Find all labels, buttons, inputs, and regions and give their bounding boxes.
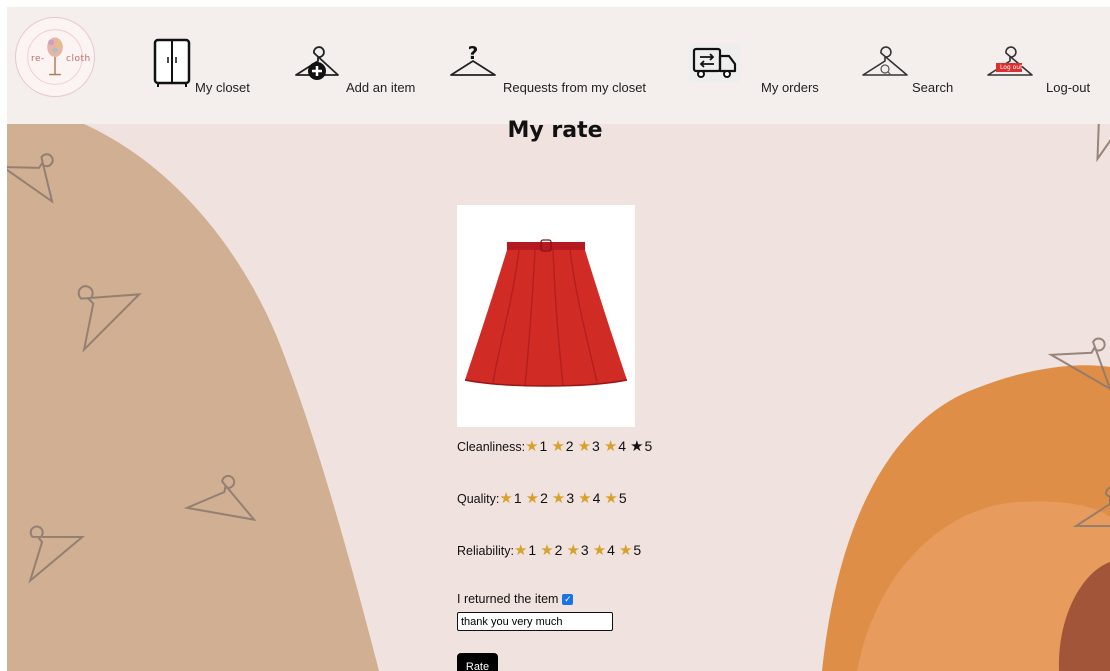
star-number: 4 bbox=[592, 490, 601, 506]
hanger-logout-icon bbox=[987, 46, 1033, 76]
star-2[interactable]: ★ 2 bbox=[540, 541, 562, 559]
star-number: 4 bbox=[607, 542, 615, 558]
star-number: 4 bbox=[618, 438, 627, 454]
star-5[interactable]: ★ 5 bbox=[630, 437, 652, 455]
star-5[interactable]: ★ 5 bbox=[619, 541, 641, 559]
star-2[interactable]: ★ 2 bbox=[526, 489, 548, 507]
brand-logo[interactable]: re- cloth bbox=[15, 17, 95, 97]
hanger-search-icon bbox=[862, 46, 908, 76]
nav-my-closet[interactable]: My closet bbox=[152, 7, 262, 124]
star-1[interactable]: ★ 1 bbox=[525, 437, 547, 455]
star-number: 1 bbox=[513, 490, 522, 506]
delivery-truck-icon bbox=[689, 43, 741, 83]
nav-my-orders[interactable]: My orders bbox=[689, 7, 824, 124]
nav-logout[interactable]: Log out Log-out bbox=[982, 7, 1092, 124]
star-number: 2 bbox=[554, 542, 563, 558]
star-1[interactable]: ★ 1 bbox=[514, 541, 536, 559]
hanger-add-icon bbox=[295, 46, 339, 80]
rating-row-quality: Quality: ★ 1 ★ 2 ★ 3 ★ 4 ★ 5 bbox=[457, 489, 631, 507]
nav-label: My orders bbox=[761, 80, 819, 95]
returned-label: I returned the item bbox=[457, 592, 559, 606]
rating-label: Reliability: bbox=[457, 544, 514, 558]
star-number: 5 bbox=[618, 490, 627, 506]
star-number: 3 bbox=[566, 490, 575, 506]
nav-search[interactable]: Search bbox=[857, 7, 957, 124]
star-4[interactable]: ★ 4 bbox=[593, 541, 615, 559]
skirt-image bbox=[464, 239, 628, 387]
comment-input[interactable] bbox=[457, 612, 613, 631]
nav-label: Log-out bbox=[1046, 80, 1091, 95]
star-number: 1 bbox=[539, 438, 548, 454]
star-1[interactable]: ★ 1 bbox=[499, 489, 521, 507]
nav-label: My closet bbox=[195, 80, 250, 95]
page-title: My rate bbox=[507, 118, 603, 143]
star-5[interactable]: ★ 5 bbox=[604, 489, 626, 507]
star-number: 1 bbox=[528, 542, 537, 558]
logout-badge: Log out bbox=[1000, 64, 1023, 71]
nav-label: Requests from my closet bbox=[503, 80, 647, 95]
star-number: 3 bbox=[580, 542, 589, 558]
rate-button[interactable]: Rate bbox=[457, 653, 498, 671]
star-icon: ★ bbox=[513, 542, 528, 559]
logo-text-left: re- bbox=[31, 54, 45, 64]
star-icon: ★ bbox=[592, 542, 607, 559]
rating-label: Quality: bbox=[457, 492, 500, 506]
rating-label: Cleanliness: bbox=[457, 440, 526, 454]
star-icon: ★ bbox=[604, 490, 618, 507]
star-number: 2 bbox=[565, 438, 574, 454]
star-icon: ★ bbox=[551, 490, 566, 507]
star-3[interactable]: ★ 3 bbox=[578, 437, 600, 455]
star-number: 3 bbox=[592, 438, 600, 454]
star-2[interactable]: ★ 2 bbox=[551, 437, 573, 455]
logo-text-right: cloth bbox=[66, 54, 91, 64]
star-4[interactable]: ★ 4 bbox=[604, 437, 626, 455]
left-blob bbox=[7, 102, 379, 671]
star-icon: ★ bbox=[603, 438, 618, 455]
nav-label: Search bbox=[912, 80, 954, 95]
star-icon: ★ bbox=[551, 438, 565, 455]
hanger-question-icon: ? bbox=[450, 43, 496, 76]
top-navbar: re- cloth My closet Add an item ? Reques… bbox=[7, 7, 1110, 124]
nav-label: Add an item bbox=[346, 80, 416, 95]
product-image bbox=[457, 205, 635, 427]
star-4[interactable]: ★ 4 bbox=[578, 489, 600, 507]
svg-text:?: ? bbox=[468, 43, 478, 64]
rating-row-reliability: Reliability: ★ 1 ★ 2 ★ 3 ★ 4 ★ 5 bbox=[457, 541, 645, 559]
star-icon: ★ bbox=[577, 438, 592, 455]
star-icon: ★ bbox=[618, 542, 633, 559]
rating-row-cleanliness: Cleanliness: ★ 1 ★ 2 ★ 3 ★ 4 ★ 5 bbox=[457, 437, 656, 455]
wardrobe-icon bbox=[153, 38, 191, 87]
nav-add-item[interactable]: Add an item bbox=[292, 7, 417, 124]
returned-row: I returned the item ✓ bbox=[457, 592, 574, 606]
star-3[interactable]: ★ 3 bbox=[552, 489, 574, 507]
star-number: 5 bbox=[644, 438, 653, 454]
nav-requests[interactable]: ? Requests from my closet bbox=[447, 7, 646, 124]
star-icon: ★ bbox=[566, 542, 580, 559]
star-3[interactable]: ★ 3 bbox=[566, 541, 588, 559]
returned-checkbox[interactable]: ✓ bbox=[562, 593, 574, 605]
star-icon: ★ bbox=[525, 438, 539, 455]
star-icon: ★ bbox=[578, 490, 592, 507]
star-icon: ★ bbox=[499, 490, 513, 507]
star-icon: ★ bbox=[630, 438, 644, 455]
star-number: 2 bbox=[540, 490, 548, 506]
star-number: 5 bbox=[633, 542, 642, 558]
star-icon: ★ bbox=[525, 490, 540, 507]
star-icon: ★ bbox=[540, 542, 554, 559]
